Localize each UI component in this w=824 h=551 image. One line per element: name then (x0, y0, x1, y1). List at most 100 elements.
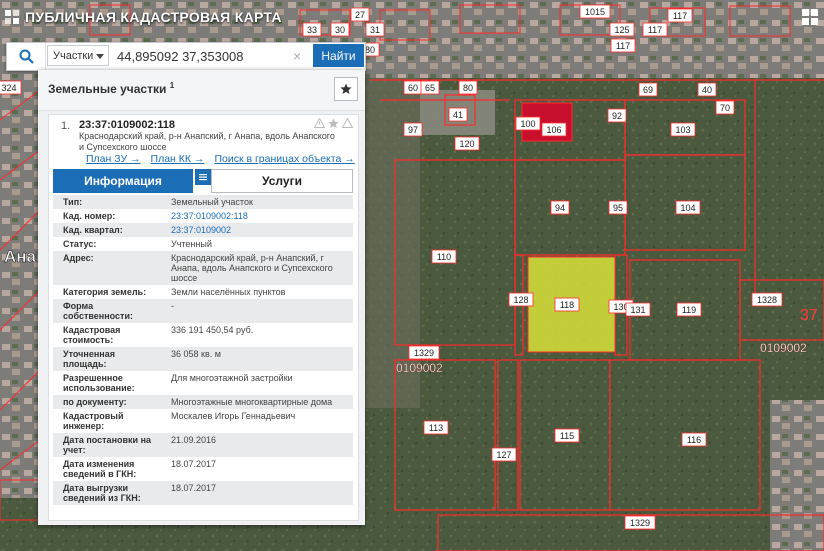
info-row: Дата изменения сведений в ГКН: 18.07.2017 (53, 457, 353, 481)
parcel-label: 80 (463, 83, 473, 93)
block-number-label: 37 (800, 307, 818, 324)
info-row: Уточненная площадь: 36 058 кв. м (53, 347, 353, 371)
info-value: Земельный участок (161, 195, 353, 209)
info-value: 36 058 кв. м (161, 347, 353, 371)
link-plan-kk[interactable]: План КК → (151, 153, 205, 165)
info-row: по документу: Многоэтажные многоквартирны… (53, 395, 353, 409)
info-label: Кадастровая стоимость: (53, 323, 161, 347)
search-bar: Участки × Найти (6, 42, 366, 71)
info-label: Разрешенное использование: (53, 371, 161, 395)
info-label: Статус: (53, 237, 161, 251)
info-value: Многоэтажные многоквартирные дома (161, 395, 353, 409)
parcel-label: 131 (630, 305, 645, 315)
tab-info[interactable]: Информация (53, 169, 193, 193)
search-input[interactable] (115, 43, 307, 70)
info-row: Дата выгрузки сведений из ГКН: 18.07.2017 (53, 481, 353, 505)
quarter-label-left: 0109002 (396, 361, 443, 375)
parcel-label: 69 (643, 85, 653, 95)
warning-icon[interactable] (314, 118, 325, 128)
info-value: 18.07.2017 (161, 481, 353, 505)
info-label: Уточненная площадь: (53, 347, 161, 371)
parcel-label: 60 (408, 83, 418, 93)
panel-header: Земельные участки 1 (38, 70, 365, 111)
parcel-label: 120 (459, 139, 474, 149)
parcel-label: 116 (687, 435, 701, 445)
info-label: Кад. квартал: (53, 223, 161, 237)
info-row: Кад. квартал: 23:37:0109002 (53, 223, 353, 237)
parcel-label: 106 (546, 125, 561, 135)
info-row: Статус: Учтенный (53, 237, 353, 251)
find-button[interactable]: Найти (313, 44, 364, 67)
result-links: План ЗУ → План КК → Поиск в границах объ… (86, 153, 355, 165)
info-value: 18.07.2017 (161, 457, 353, 481)
info-label: Тип: (53, 195, 161, 209)
parcel-label: 94 (555, 203, 565, 213)
favorites-button[interactable] (334, 77, 358, 101)
link-plan-zu[interactable]: План ЗУ → (86, 153, 141, 165)
search-icon (19, 49, 34, 64)
info-label: Форма собственности: (53, 299, 161, 323)
parcel-label: 40 (702, 85, 712, 95)
tab-services-label: Услуги (262, 174, 302, 188)
top-bar: ПУБЛИЧНАЯ КАДАСТРОВАЯ КАРТА (0, 0, 824, 38)
search-button[interactable] (7, 43, 46, 70)
info-value: Земли населённых пунктов (161, 285, 353, 299)
parcel-label: 1329 (414, 348, 434, 358)
info-value: - (161, 299, 353, 323)
parcel-label: 1329 (630, 518, 650, 528)
info-value: Учтенный (161, 237, 353, 251)
info-label: Кад. номер: (53, 209, 161, 223)
app-title: ПУБЛИЧНАЯ КАДАСТРОВАЯ КАРТА (25, 9, 282, 25)
search-type-select[interactable]: Участки (47, 45, 109, 66)
info-label: Категория земель: (53, 285, 161, 299)
parcel-label: 128 (513, 295, 528, 305)
parcel-label: 1328 (757, 295, 777, 305)
warning-icon-2[interactable] (342, 118, 353, 128)
parcel-label: 80 (365, 45, 375, 55)
results-panel: Земельные участки 1 1. 23:37:0109002:118… (38, 70, 365, 525)
result-tabs: Информация Услуги (53, 169, 353, 193)
tab-list-icon[interactable] (195, 169, 211, 185)
info-label: Адрес: (53, 251, 161, 285)
info-row: Форма собственности: - (53, 299, 353, 323)
info-value[interactable]: 23:37:0109002 (161, 223, 353, 237)
info-label: Дата изменения сведений в ГКН: (53, 457, 161, 481)
info-value: 336 191 450,54 руб. (161, 323, 353, 347)
parcel-label: 110 (437, 252, 451, 262)
apps-grid-icon[interactable] (801, 8, 819, 26)
panel-title-text: Земельные участки (48, 82, 167, 96)
info-value[interactable]: 23:37:0109002:118 (161, 209, 353, 223)
parcel-label: 92 (612, 111, 622, 121)
info-row: Дата постановки на учет: 21.09.2016 (53, 433, 353, 457)
info-value: 21.09.2016 (161, 433, 353, 457)
info-label: Кадастровый инженер: (53, 409, 161, 433)
parcel-label: 119 (682, 305, 696, 315)
tab-info-label: Информация (84, 174, 162, 188)
clear-icon[interactable]: × (293, 48, 301, 64)
parcel-label: 104 (680, 203, 695, 213)
info-row: Тип: Земельный участок (53, 195, 353, 209)
parcel-label: 117 (616, 41, 630, 51)
star-outline-icon[interactable] (328, 118, 339, 129)
parcel-label: 118 (560, 300, 574, 310)
info-value: Для многоэтажной застройки (161, 371, 353, 395)
parcel-label: 113 (429, 423, 443, 433)
chevron-down-icon (96, 54, 104, 59)
tab-services[interactable]: Услуги (211, 169, 353, 193)
quarter-label-right: 0109002 (760, 341, 807, 355)
app-logo[interactable]: ПУБЛИЧНАЯ КАДАСТРОВАЯ КАРТА (5, 9, 282, 25)
info-value: Москалев Игорь Геннадьевич (161, 409, 353, 433)
search-type-value: Участки (53, 49, 94, 62)
parcel-label: 97 (408, 125, 418, 135)
link-search-in-bounds[interactable]: Поиск в границах объекта → (214, 153, 354, 165)
info-row: Кадастровая стоимость: 336 191 450,54 руб… (53, 323, 353, 347)
parcel-label: 324 (1, 83, 16, 93)
panel-title: Земельные участки 1 (48, 81, 174, 96)
star-icon (340, 83, 352, 94)
card-actions (314, 118, 353, 129)
info-label: Дата выгрузки сведений из ГКН: (53, 481, 161, 505)
info-row: Адрес: Краснодарский край, р-н Анапский, … (53, 251, 353, 285)
parcel-label: 95 (613, 203, 623, 213)
info-row: Кадастровый инженер: Москалев Игорь Генна… (53, 409, 353, 433)
info-label: по документу: (53, 395, 161, 409)
